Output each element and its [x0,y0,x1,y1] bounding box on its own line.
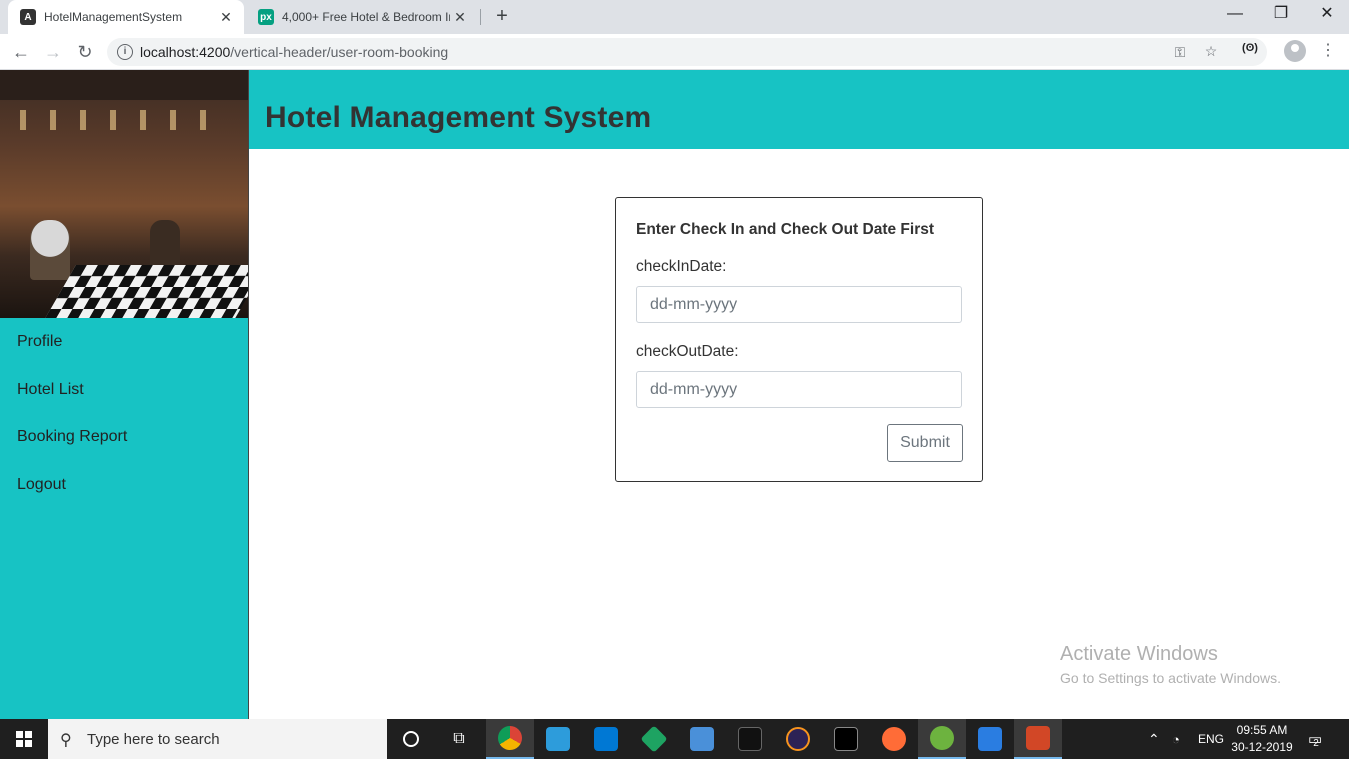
url-path: /vertical-header/user-room-booking [230,44,449,60]
back-arrow-icon[interactable]: ← [9,40,33,64]
checkout-date-input[interactable]: dd-mm-yyyy [636,371,962,408]
windows-taskbar: ⚲ Type here to search ⧉ ⌃ ◔ ENG 09:55 AM… [0,719,1349,759]
eclipse-taskbar-icon[interactable] [774,719,822,759]
close-window-button[interactable]: ✕ [1304,0,1349,30]
tab-divider [480,9,481,25]
app-header: Hotel Management System [249,70,1349,149]
forward-arrow-icon[interactable]: → [41,40,65,64]
activate-windows-watermark: Activate Windows Go to Settings to activ… [1060,643,1281,686]
clock-time: 09:55 AM [1236,723,1288,737]
profile-avatar-icon[interactable] [1284,40,1306,62]
submit-button[interactable]: Submit [887,424,963,462]
tab-hotel-management[interactable]: A HotelManagementSystem ✕ [8,0,244,34]
pexels-icon: px [258,9,274,25]
watermark-title: Activate Windows [1060,643,1218,665]
form-heading: Enter Check In and Check Out Date First [636,221,935,238]
tab-title: 4,000+ Free Hotel & Bedroom Im [282,10,450,24]
address-bar[interactable]: i localhost:4200/vertical-header/user-ro… [107,38,1267,66]
key-icon[interactable]: ⚿ [1170,44,1190,61]
taskbar-search-box[interactable]: ⚲ Type here to search [48,719,387,759]
checkin-label: checkInDate: [636,258,727,275]
powerpoint-taskbar-icon[interactable] [1014,719,1062,759]
sidebar-item-profile[interactable]: Profile [17,333,62,351]
checkin-date-input[interactable]: dd-mm-yyyy [636,286,962,323]
clock-date: 30-12-2019 [1231,740,1293,754]
tray-overflow-icon[interactable]: ⌃ [1148,719,1160,759]
terminal-taskbar-icon-1[interactable] [726,719,774,759]
wifi-icon[interactable]: ◔ [1172,719,1180,759]
notification-center-icon[interactable]: ▭ 2 [1308,719,1322,759]
terminal-taskbar-icon-2[interactable] [822,719,870,759]
spring-taskbar-icon[interactable] [918,719,966,759]
close-tab-icon[interactable]: ✕ [216,9,236,26]
tab-title: HotelManagementSystem [44,10,183,24]
angular-icon: A [20,9,36,25]
cortana-icon[interactable] [387,719,435,759]
watermark-subtitle: Go to Settings to activate Windows. [1060,670,1281,686]
url-host: localhost:4200 [140,44,231,60]
app-taskbar-icon-2[interactable] [630,719,678,759]
taskbar-clock[interactable]: 09:55 AM 30-12-2019 [1230,722,1294,756]
browser-tab-strip: A HotelManagementSystem ✕ px 4,000+ Free… [0,0,1349,34]
new-tab-button[interactable]: + [490,5,514,29]
site-info-icon[interactable]: i [117,44,133,60]
sidebar-item-logout[interactable]: Logout [17,476,66,494]
hotel-lobby-image [0,70,248,318]
close-tab-icon[interactable]: ✕ [450,9,470,26]
browser-toolbar: ← → ↻ i localhost:4200/vertical-header/u… [0,34,1349,70]
language-indicator[interactable]: ENG [1198,719,1224,759]
chrome-taskbar-icon[interactable] [486,719,534,759]
url-text[interactable]: localhost:4200/vertical-header/user-room… [140,44,448,60]
vscode-taskbar-icon[interactable] [582,719,630,759]
sidebar-item-booking-report[interactable]: Booking Report [17,428,127,446]
page-title: Hotel Management System [265,101,652,134]
start-button[interactable] [0,719,48,759]
tab-free-hotel-images[interactable]: px 4,000+ Free Hotel & Bedroom Im ✕ [246,0,478,34]
app-taskbar-icon-1[interactable] [534,719,582,759]
menu-dots-icon[interactable]: ⋮ [1318,40,1338,60]
taskbar-search-placeholder: Type here to search [87,731,220,748]
reload-icon[interactable]: ↻ [73,40,97,64]
minimize-button[interactable]: — [1212,0,1258,30]
search-icon: ⚲ [60,732,72,749]
windows-logo-icon [16,731,32,747]
checkout-label: checkOutDate: [636,343,739,360]
app-taskbar-icon-4[interactable] [870,719,918,759]
app-taskbar-icon-3[interactable] [678,719,726,759]
sidebar-item-hotel-list[interactable]: Hotel List [17,381,84,399]
task-view-icon[interactable]: ⧉ [435,719,483,759]
bookmark-star-icon[interactable]: ☆ [1201,43,1221,60]
date-form-card: Enter Check In and Check Out Date First … [615,197,983,482]
sidebar: Profile Hotel List Booking Report Logout [0,70,249,720]
notification-count: 2 [1313,737,1319,749]
app-taskbar-icon-5[interactable] [966,719,1014,759]
extension-icon[interactable]: (ʘ) [1240,42,1260,54]
restore-button[interactable]: ❐ [1258,0,1304,30]
